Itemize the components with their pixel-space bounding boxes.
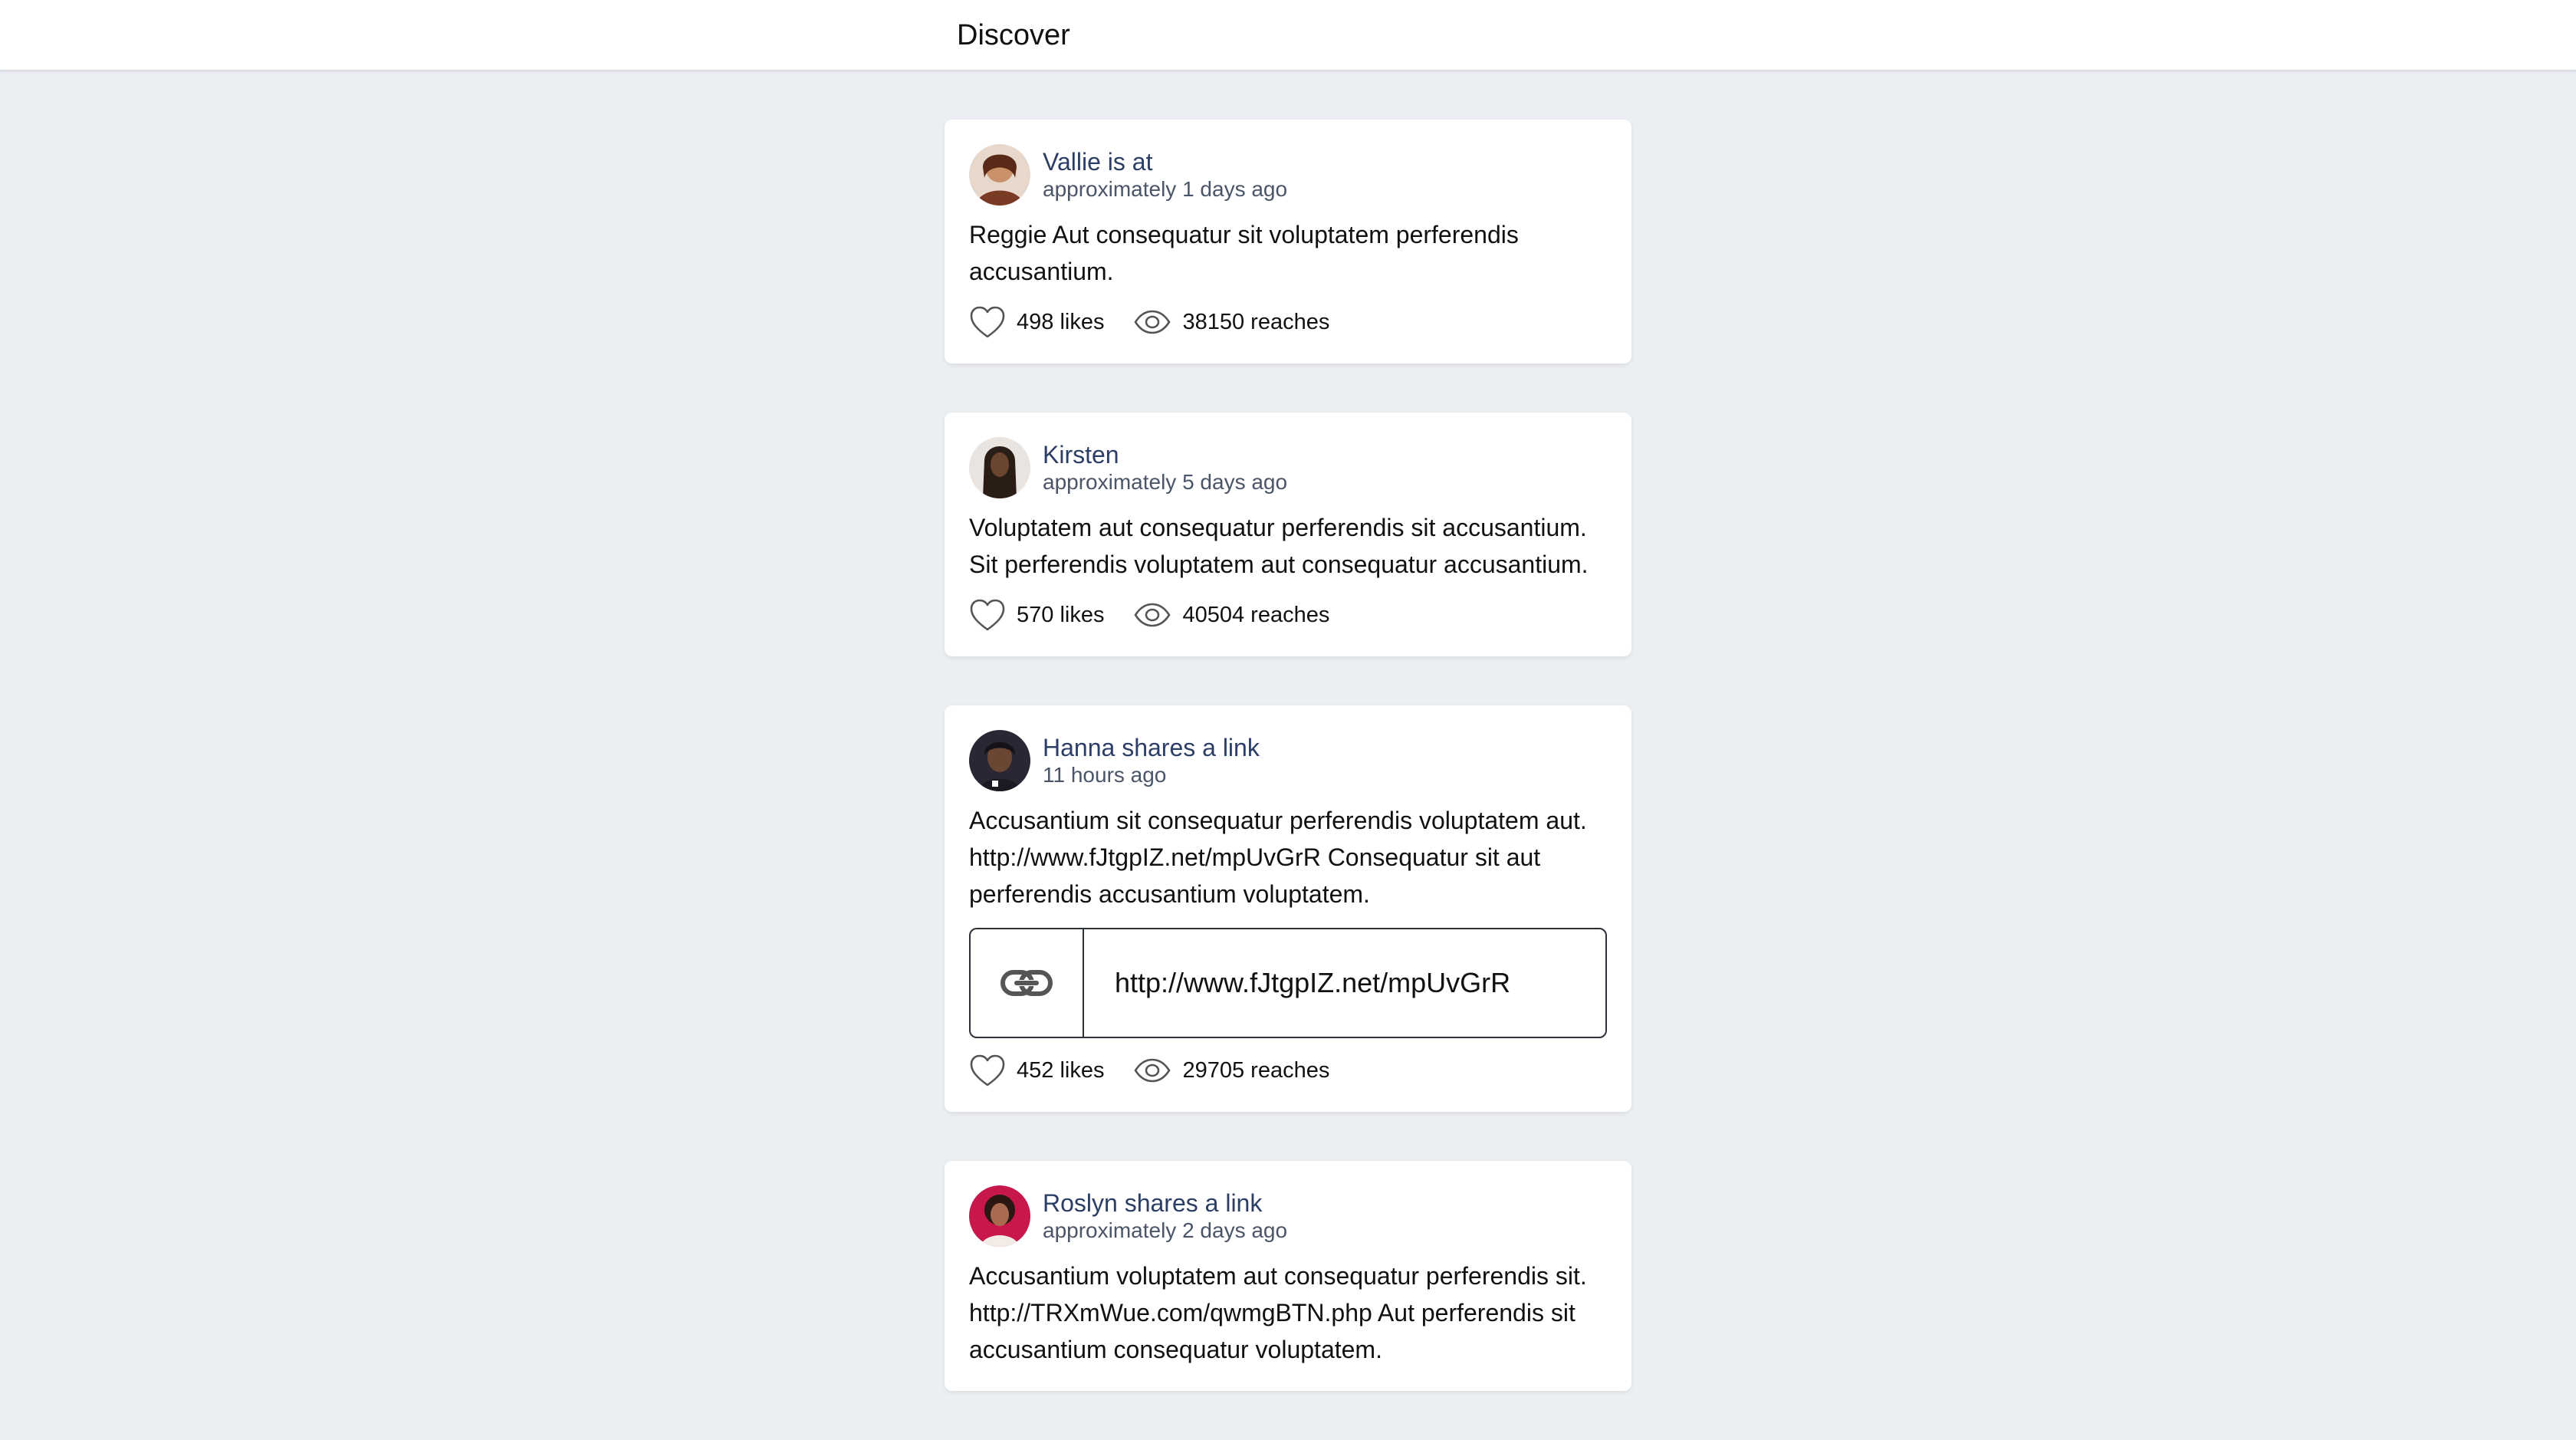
post-header: Vallie is at approximately 1 days ago xyxy=(969,144,1607,205)
post-author[interactable]: Kirsten xyxy=(1043,440,1287,469)
post-header: Kirsten approximately 5 days ago xyxy=(969,437,1607,498)
post-text: Accusantium sit consequatur perferendis … xyxy=(969,807,1587,908)
reach-stat: 40504 reaches xyxy=(1133,602,1329,628)
post-text: Voluptatem aut consequatur perferendis s… xyxy=(969,514,1589,578)
reaches-count: 40504 reaches xyxy=(1182,602,1330,627)
likes-count: 570 likes xyxy=(1017,602,1105,627)
top-bar: Discover xyxy=(0,0,2576,71)
post-stats: 498 likes 38150 reaches xyxy=(969,304,1607,340)
post-text: Reggie Aut consequatur sit voluptatem pe… xyxy=(969,221,1519,285)
post-author[interactable]: Roslyn shares a link xyxy=(1043,1188,1287,1218)
page-title: Discover xyxy=(957,19,1070,51)
post-header: Hanna shares a link 11 hours ago xyxy=(969,730,1607,791)
eye-icon xyxy=(1134,310,1171,334)
post-card: Roslyn shares a link approximately 2 day… xyxy=(945,1161,1631,1391)
post-author[interactable]: Vallie is at xyxy=(1043,147,1287,176)
reaches-count: 29705 reaches xyxy=(1182,1057,1330,1083)
like-stat[interactable]: 570 likes xyxy=(969,598,1104,632)
avatar[interactable] xyxy=(969,1185,1030,1247)
heart-icon[interactable] xyxy=(969,1054,1006,1087)
eye-icon xyxy=(1134,603,1171,627)
post-header: Roslyn shares a link approximately 2 day… xyxy=(969,1185,1607,1247)
post-time: approximately 1 days ago xyxy=(1043,177,1288,201)
post-author[interactable]: Hanna shares a link xyxy=(1043,733,1260,762)
post-card: Hanna shares a link 11 hours ago Accusan… xyxy=(945,705,1631,1112)
post-stats: 570 likes 40504 reaches xyxy=(969,597,1607,633)
link-preview[interactable]: http://www.fJtgpIZ.net/mpUvGrR xyxy=(969,928,1607,1038)
likes-count: 498 likes xyxy=(1017,309,1105,334)
like-stat[interactable]: 452 likes xyxy=(969,1054,1104,1087)
post-card: Vallie is at approximately 1 days ago Re… xyxy=(945,120,1631,363)
like-stat[interactable]: 498 likes xyxy=(969,305,1104,339)
link-icon xyxy=(1001,970,1053,996)
reaches-count: 38150 reaches xyxy=(1182,309,1330,334)
post-card: Kirsten approximately 5 days ago Volupta… xyxy=(945,413,1631,656)
avatar[interactable] xyxy=(969,730,1030,791)
post-time: approximately 5 days ago xyxy=(1043,470,1288,494)
link-icon-cell xyxy=(971,929,1084,1037)
feed: Vallie is at approximately 1 days ago Re… xyxy=(945,120,1631,1440)
post-time: 11 hours ago xyxy=(1043,763,1167,787)
avatar[interactable] xyxy=(969,437,1030,498)
reach-stat: 38150 reaches xyxy=(1133,309,1329,335)
avatar[interactable] xyxy=(969,144,1030,205)
link-url[interactable]: http://www.fJtgpIZ.net/mpUvGrR xyxy=(1084,929,1510,1037)
heart-icon[interactable] xyxy=(969,598,1006,632)
post-text: Accusantium voluptatem aut consequatur p… xyxy=(969,1262,1587,1363)
heart-icon[interactable] xyxy=(969,305,1006,339)
eye-icon xyxy=(1134,1058,1171,1083)
post-time: approximately 2 days ago xyxy=(1043,1218,1288,1242)
post-stats: 452 likes 29705 reaches xyxy=(969,1052,1607,1089)
reach-stat: 29705 reaches xyxy=(1133,1057,1329,1083)
likes-count: 452 likes xyxy=(1017,1057,1105,1083)
